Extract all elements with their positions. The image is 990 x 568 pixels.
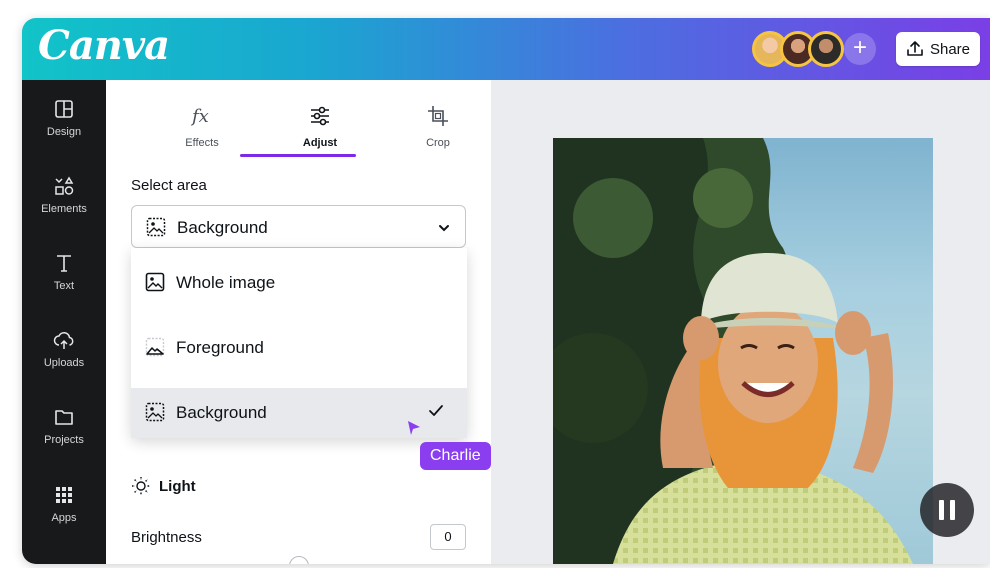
option-foreground[interactable]: Foreground — [131, 323, 467, 373]
photo-illustration — [553, 138, 913, 564]
chevron-down-icon — [439, 225, 449, 232]
canvas-photo[interactable] — [553, 138, 933, 564]
pause-icon — [939, 500, 944, 520]
background-icon — [146, 217, 166, 237]
top-bar: Canva + Share — [22, 18, 990, 80]
active-tab-indicator — [240, 154, 356, 157]
option-label: Foreground — [176, 338, 264, 357]
crop-icon — [428, 106, 448, 126]
sidebar-item-label: Uploads — [43, 357, 85, 369]
option-whole-image[interactable]: Whole image — [131, 258, 467, 308]
sun-icon — [132, 477, 150, 495]
select-area-dropdown[interactable]: Background — [131, 205, 466, 248]
collaborator-cursor-icon — [408, 421, 420, 435]
fx-icon: fx — [190, 106, 209, 127]
sidebar-item-elements[interactable]: Elements — [22, 175, 106, 241]
collaborator-cursor-label: Charlie — [420, 442, 491, 470]
cloud-upload-icon — [53, 331, 74, 349]
sidebar-item-uploads[interactable]: Uploads — [22, 329, 106, 395]
add-collaborator-button[interactable]: + — [844, 33, 876, 65]
folder-icon — [55, 410, 73, 425]
sidebar-item-label: Apps — [51, 512, 77, 524]
tab-label: Adjust — [302, 137, 338, 149]
svg-text:fx: fx — [190, 106, 209, 127]
tab-label: Crop — [426, 137, 450, 149]
tab-crop[interactable]: Crop — [378, 104, 498, 149]
share-label: Share — [929, 40, 971, 58]
left-sidebar: Design Elements Text Uploads Projects Ap… — [22, 80, 106, 564]
checkmark-icon — [429, 405, 443, 416]
option-label: Whole image — [176, 273, 276, 292]
app-window: Canva + Share Design Elements Text Uploa… — [22, 18, 990, 564]
select-area-label: Select area — [131, 177, 207, 194]
sidebar-item-apps[interactable]: Apps — [22, 484, 106, 550]
sidebar-item-design[interactable]: Design — [22, 98, 106, 164]
sidebar-item-label: Design — [46, 126, 82, 138]
edit-panel: fx Effects Adjust Crop Select area Backg… — [106, 80, 491, 564]
upload-icon — [907, 41, 923, 56]
pause-icon — [950, 500, 955, 520]
brightness-label: Brightness — [131, 529, 202, 546]
sliders-icon — [311, 106, 329, 126]
grid-icon — [56, 487, 72, 503]
pause-button[interactable] — [920, 483, 974, 537]
light-label: Light — [159, 477, 196, 495]
canva-logo[interactable]: Canva — [38, 22, 170, 69]
canvas-area — [491, 80, 990, 564]
tab-effects[interactable]: fx Effects — [142, 104, 262, 149]
text-icon — [57, 255, 71, 272]
brightness-value-input[interactable]: 0 — [430, 524, 466, 550]
image-icon — [145, 272, 165, 292]
sidebar-item-label: Elements — [41, 203, 87, 215]
background-icon — [145, 402, 165, 422]
shapes-icon — [55, 176, 74, 195]
foreground-icon — [145, 337, 165, 357]
sidebar-item-label: Projects — [44, 434, 84, 446]
collaborators: + — [752, 31, 882, 67]
sidebar-item-label: Text — [53, 280, 75, 292]
select-area-value: Background — [177, 218, 268, 237]
tab-adjust[interactable]: Adjust — [260, 104, 380, 149]
avatar[interactable] — [808, 31, 844, 67]
light-section-header: Light — [131, 476, 196, 496]
select-area-menu: Whole image Foreground Background — [131, 248, 467, 438]
tab-label: Effects — [185, 137, 219, 149]
brightness-slider-thumb[interactable] — [288, 556, 309, 564]
share-button[interactable]: Share — [896, 32, 980, 66]
layout-icon — [55, 100, 73, 118]
sidebar-item-text[interactable]: Text — [22, 252, 106, 318]
option-label: Background — [176, 403, 267, 422]
sidebar-item-projects[interactable]: Projects — [22, 406, 106, 472]
